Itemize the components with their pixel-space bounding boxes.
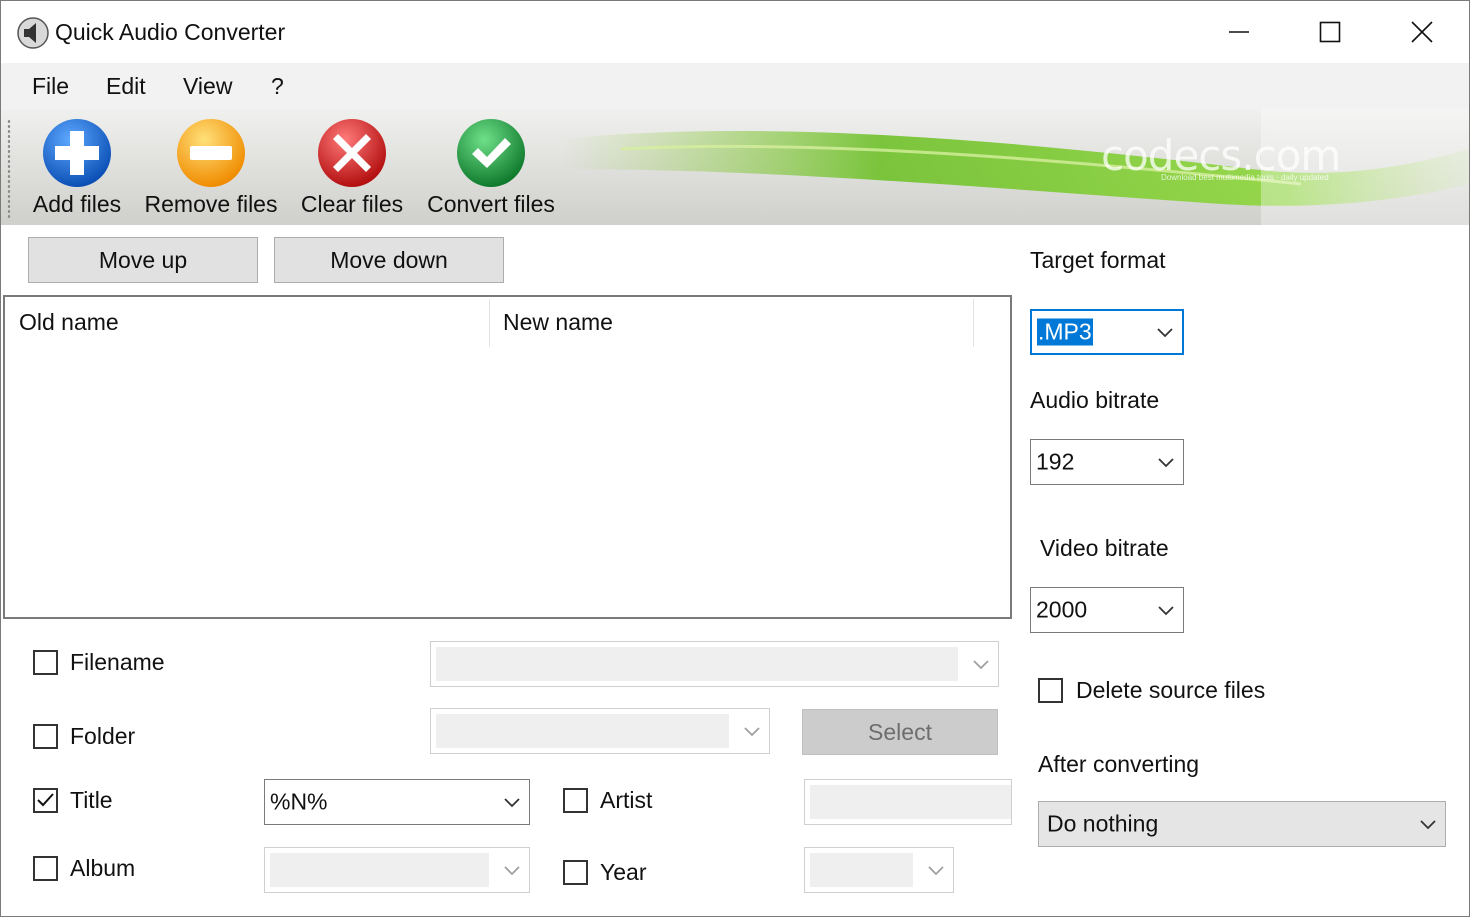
year-label: Year (600, 859, 647, 885)
remove-files-label: Remove files (144, 191, 278, 217)
chevron-down-icon (973, 660, 989, 670)
chevron-down-icon (1158, 606, 1174, 616)
minimize-button[interactable] (1193, 1, 1285, 63)
year-combo[interactable] (804, 847, 954, 893)
chevron-down-icon (1420, 820, 1436, 830)
album-combo-field (270, 853, 489, 887)
title-label: Title (70, 787, 113, 813)
filename-combo[interactable] (430, 641, 999, 687)
chevron-down-icon (928, 866, 944, 876)
column-divider[interactable] (489, 299, 490, 347)
window-title: Quick Audio Converter (55, 19, 286, 45)
convert-files-label: Convert files (427, 191, 555, 217)
folder-combo[interactable] (430, 708, 770, 754)
brand-tagline: Download best multimedia tools - daily u… (1161, 173, 1329, 182)
video-bitrate-label: Video bitrate (1040, 535, 1169, 561)
artist-field-inner (810, 785, 1011, 819)
audio-bitrate-label: Audio bitrate (1030, 387, 1160, 413)
maximize-icon (1319, 21, 1341, 43)
audio-bitrate-combo[interactable]: 192 (1030, 439, 1184, 485)
menu-file[interactable]: File (32, 73, 69, 100)
audio-bitrate-value: 192 (1036, 448, 1075, 475)
clear-files-button[interactable]: Clear files (297, 117, 407, 221)
move-down-button[interactable]: Move down (274, 237, 504, 283)
chevron-down-icon (504, 866, 520, 876)
chevron-down-icon (1158, 458, 1174, 468)
checkmark-icon (37, 793, 54, 807)
filename-combo-field (436, 647, 958, 681)
toolbar: Add files Remove files Clear files Conve… (1, 109, 1469, 225)
after-converting-combo[interactable]: Do nothing (1038, 801, 1446, 847)
target-format-value: .MP3 (1037, 318, 1093, 346)
convert-files-button[interactable]: Convert files (421, 117, 561, 221)
video-bitrate-combo[interactable]: 2000 (1030, 587, 1184, 633)
file-list[interactable]: Old name New name (3, 295, 1012, 619)
minimize-icon (1229, 31, 1249, 33)
speaker-icon (17, 17, 49, 49)
delete-source-label: Delete source files (1076, 677, 1266, 703)
filename-checkbox[interactable] (33, 650, 58, 675)
video-bitrate-value: 2000 (1036, 596, 1088, 623)
column-new-name[interactable]: New name (503, 309, 613, 336)
clear-files-label: Clear files (300, 191, 404, 217)
remove-icon (177, 119, 245, 187)
title-bar: Quick Audio Converter (1, 1, 1469, 63)
year-checkbox[interactable] (563, 860, 588, 885)
column-old-name[interactable]: Old name (19, 309, 119, 336)
folder-label: Folder (70, 723, 136, 749)
album-label: Album (70, 855, 136, 881)
chevron-down-icon (1157, 328, 1173, 338)
close-icon (1411, 21, 1433, 43)
delete-source-checkbox[interactable] (1038, 678, 1063, 703)
after-converting-label: After converting (1038, 751, 1200, 777)
folder-combo-field (436, 714, 729, 748)
folder-checkbox[interactable] (33, 724, 58, 749)
menu-edit[interactable]: Edit (106, 73, 146, 100)
clear-icon (318, 119, 386, 187)
close-button[interactable] (1376, 1, 1468, 63)
app-window: Quick Audio Converter File Edit View ? A… (0, 0, 1470, 917)
toolbar-grip[interactable] (7, 119, 11, 219)
artist-label: Artist (600, 787, 653, 813)
album-combo[interactable] (264, 847, 530, 893)
chevron-down-icon (504, 798, 520, 808)
chevron-down-icon (744, 727, 760, 737)
title-combo-value: %N% (270, 788, 328, 815)
target-format-label: Target format (1030, 247, 1166, 273)
target-format-combo[interactable]: .MP3 (1030, 309, 1184, 355)
maximize-button[interactable] (1284, 1, 1376, 63)
menu-bar: File Edit View ? (1, 63, 1469, 109)
menu-view[interactable]: View (183, 73, 232, 100)
artist-field[interactable] (804, 779, 1012, 825)
after-converting-value: Do nothing (1047, 810, 1159, 837)
add-files-button[interactable]: Add files (29, 117, 125, 221)
move-up-button[interactable]: Move up (28, 237, 258, 283)
column-divider[interactable] (973, 299, 974, 347)
album-checkbox[interactable] (33, 856, 58, 881)
title-combo[interactable]: %N% (264, 779, 530, 825)
filename-label: Filename (70, 649, 165, 675)
artist-checkbox[interactable] (563, 788, 588, 813)
menu-help[interactable]: ? (271, 73, 284, 100)
add-files-label: Add files (32, 191, 122, 217)
title-checkbox[interactable] (33, 788, 58, 813)
year-combo-field (810, 853, 913, 887)
select-folder-button[interactable]: Select (802, 709, 998, 755)
add-icon (43, 119, 111, 187)
convert-icon (457, 119, 525, 187)
remove-files-button[interactable]: Remove files (141, 117, 281, 221)
